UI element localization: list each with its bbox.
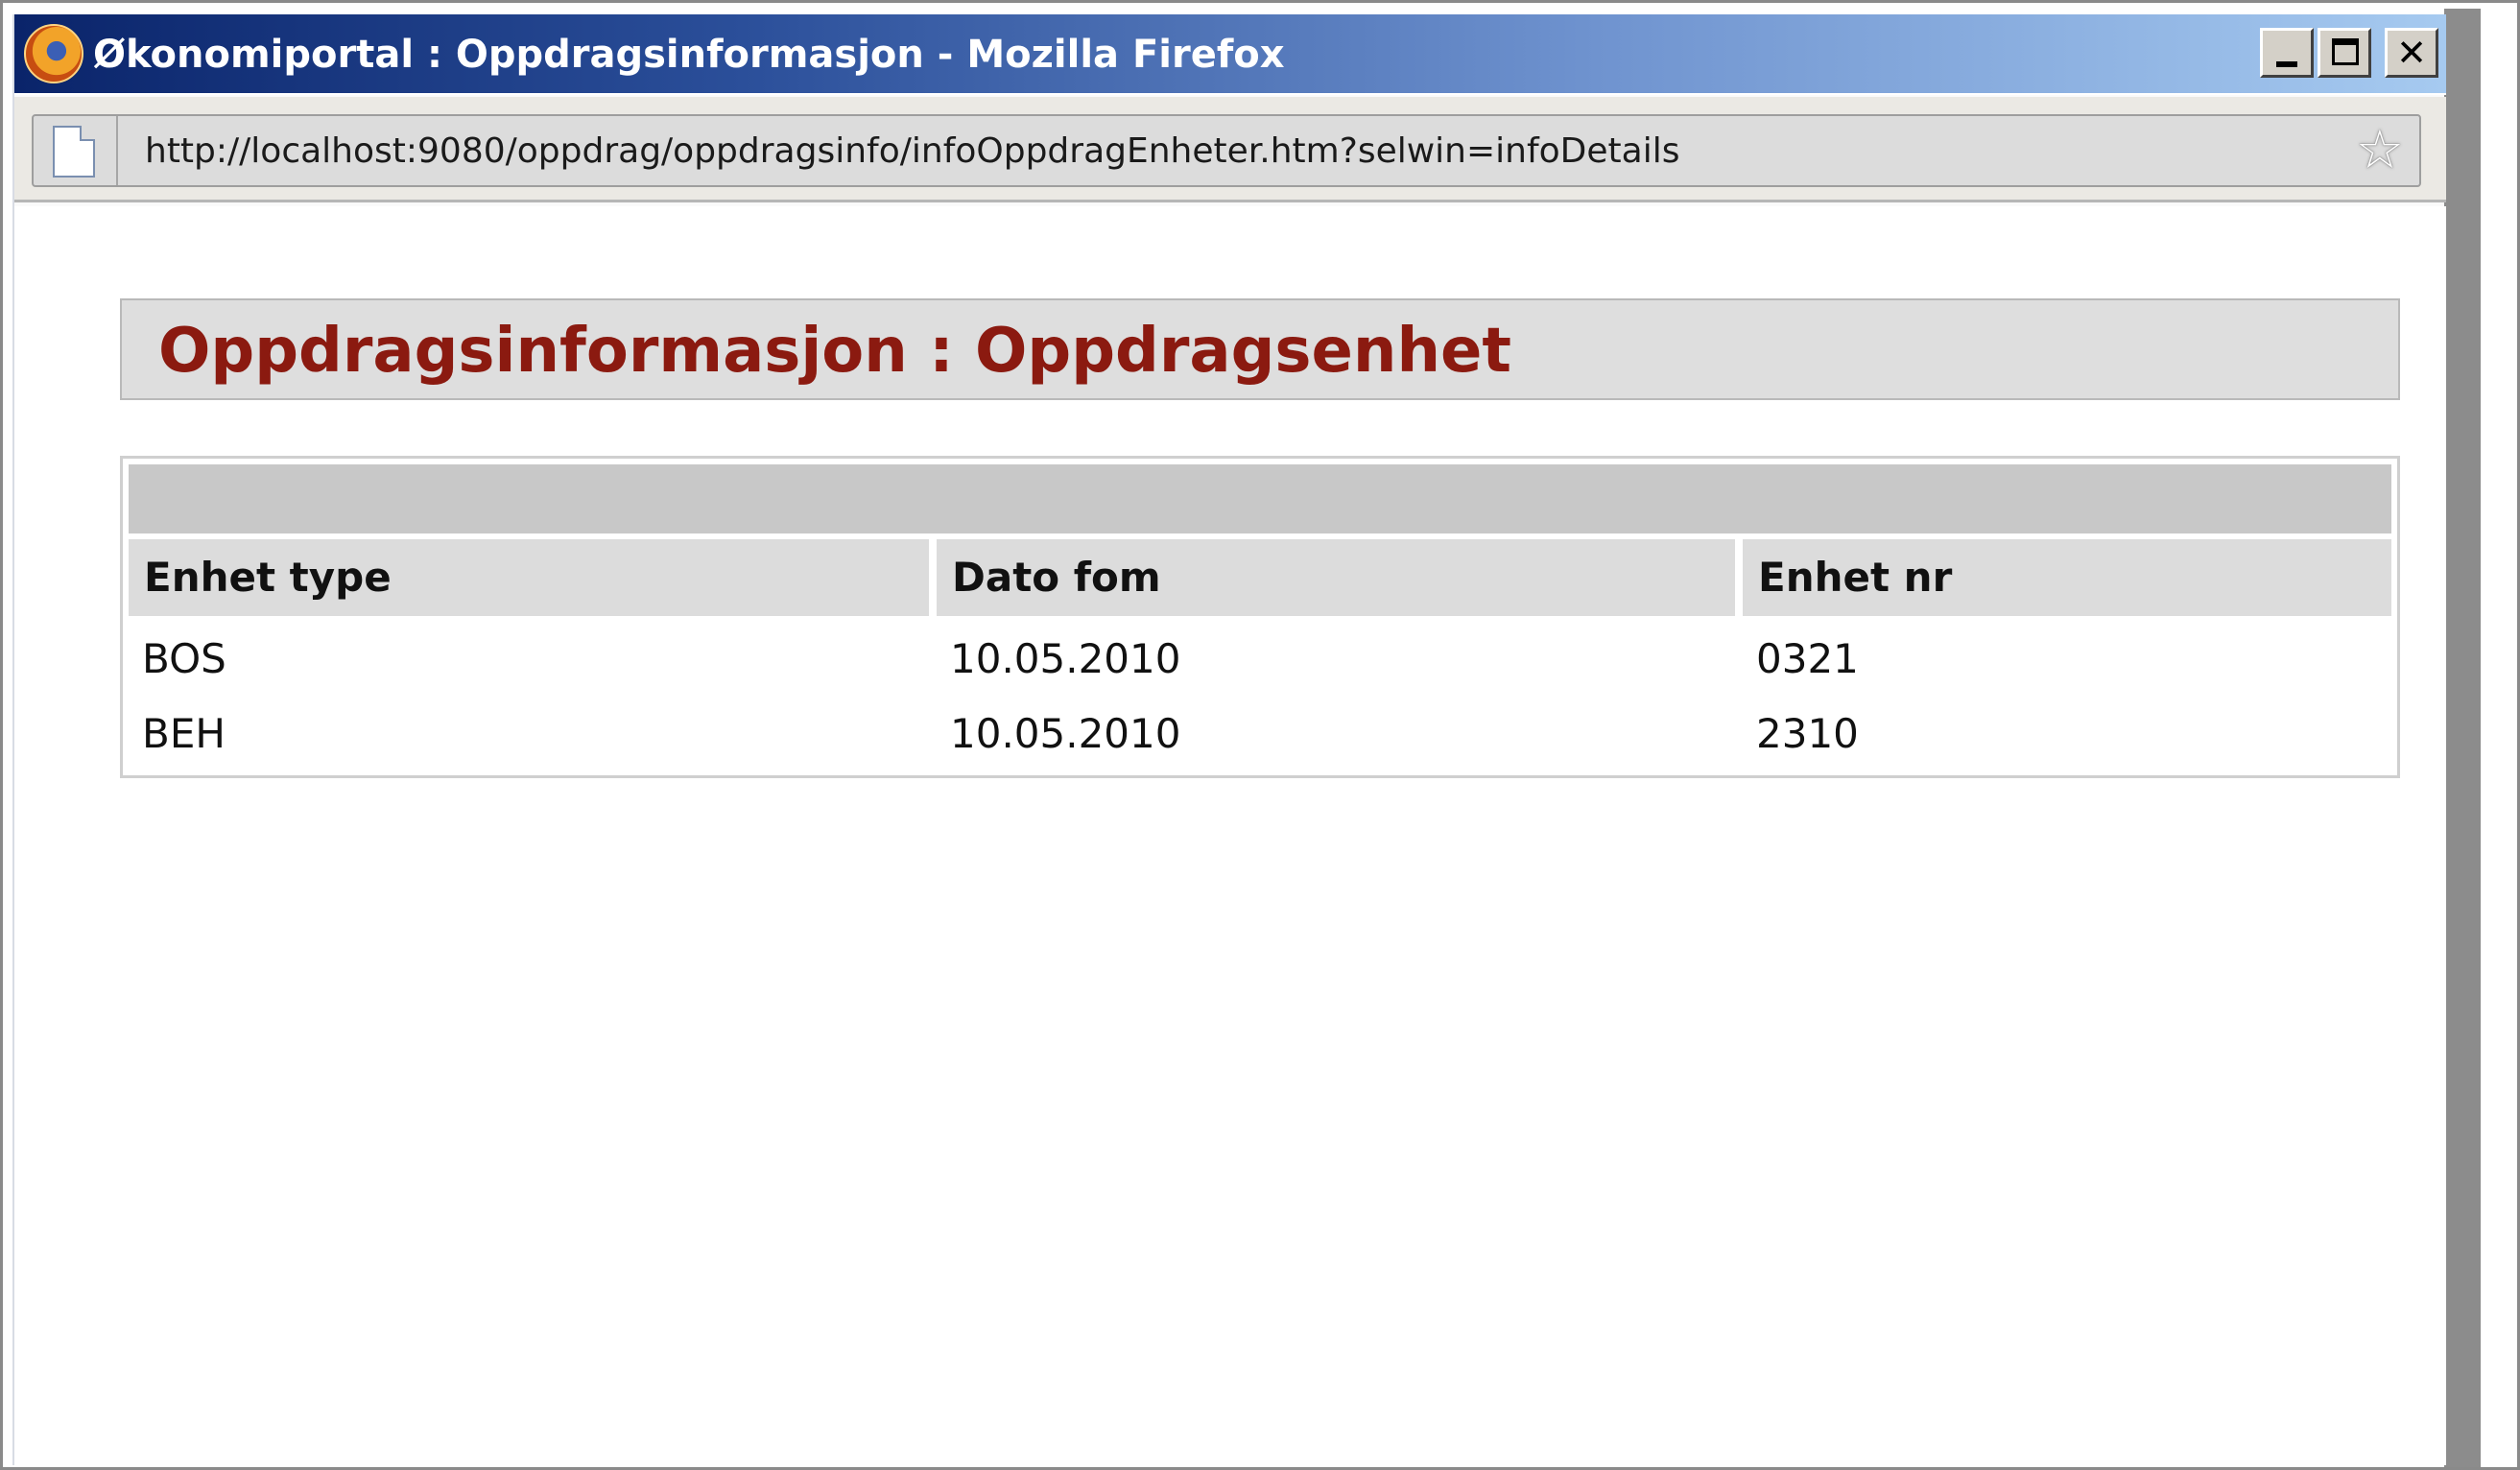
cell-enhet-nr: 0321	[1756, 635, 1859, 682]
minimize-button[interactable]	[2260, 28, 2314, 78]
close-icon: ✕	[2396, 32, 2427, 74]
address-bar: http://localhost:9080/oppdrag/oppdragsin…	[14, 97, 2446, 202]
window-shadow	[2444, 9, 2481, 1467]
table-row: BOS 10.05.2010 0321	[129, 622, 2391, 697]
cell-dato-fom: 10.05.2010	[950, 635, 1181, 682]
cell-dato-fom: 10.05.2010	[950, 710, 1181, 757]
firefox-icon[interactable]	[24, 24, 83, 83]
title-bar[interactable]: Økonomiportal : Oppdragsinformasjon - Mo…	[14, 14, 2446, 95]
maximize-button[interactable]	[2318, 28, 2371, 78]
maximize-icon	[2332, 38, 2359, 65]
cell-enhet-type: BOS	[142, 635, 226, 682]
page-title: Oppdragsinformasjon : Oppdragsenhet	[158, 316, 1511, 387]
minimize-icon	[2276, 61, 2297, 67]
bookmark-star-icon[interactable]: ☆	[2356, 122, 2404, 179]
window-title: Økonomiportal : Oppdragsinformasjon - Mo…	[93, 33, 1285, 77]
table-caption-bar	[129, 464, 2391, 533]
column-header-dato-fom: Dato fom	[937, 539, 1735, 616]
cell-enhet-type: BEH	[142, 710, 226, 757]
close-button[interactable]: ✕	[2385, 28, 2438, 78]
screenshot-frame: Økonomiportal : Oppdragsinformasjon - Mo…	[0, 0, 2520, 1470]
column-header-enhet-nr: Enhet nr	[1743, 539, 2391, 616]
url-text[interactable]: http://localhost:9080/oppdrag/oppdragsin…	[145, 131, 1680, 172]
url-field[interactable]: http://localhost:9080/oppdrag/oppdragsin…	[32, 114, 2421, 187]
page-content: Oppdragsinformasjon : Oppdragsenhet Enhe…	[14, 206, 2446, 1465]
units-table: Enhet type Dato fom Enhet nr BOS 10.05.2…	[120, 456, 2400, 778]
page-icon	[53, 126, 95, 178]
column-header-enhet-type: Enhet type	[129, 539, 929, 616]
url-divider	[116, 116, 118, 185]
page-header: Oppdragsinformasjon : Oppdragsenhet	[120, 298, 2400, 400]
cell-enhet-nr: 2310	[1756, 710, 1859, 757]
browser-window: Økonomiportal : Oppdragsinformasjon - Mo…	[12, 14, 2446, 1465]
table-row: BEH 10.05.2010 2310	[129, 697, 2391, 771]
